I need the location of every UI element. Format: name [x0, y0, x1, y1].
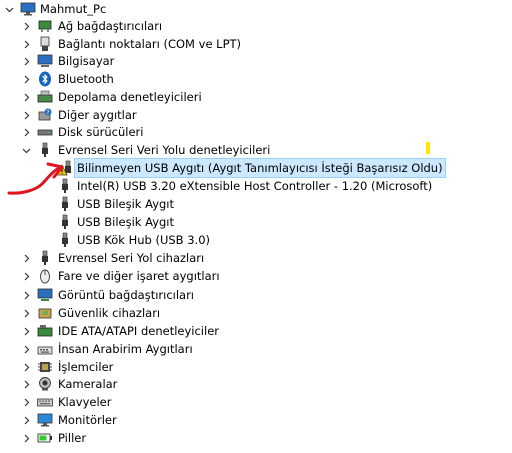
processor-icon	[37, 359, 53, 375]
chevron-right-icon[interactable]	[21, 249, 31, 267]
device-label: USB Bileşik Aygıt	[77, 197, 175, 211]
chevron-right-icon[interactable]	[21, 429, 31, 447]
chevron-right-icon[interactable]	[21, 304, 31, 322]
mouse-icon	[37, 268, 53, 284]
category-label: Piller	[58, 431, 87, 445]
category-label: Kameralar	[58, 377, 118, 391]
category-label: Evrensel Seri Veri Yolu denetleyicileri	[58, 143, 271, 157]
device-label: Intel(R) USB 3.20 eXtensible Host Contro…	[77, 179, 433, 193]
chevron-right-icon[interactable]	[21, 340, 31, 358]
chevron-right-icon[interactable]	[21, 322, 31, 340]
category-cameras[interactable]: Kameralar	[0, 375, 512, 393]
category-label: IDE ATA/ATAPI denetleyiciler	[58, 324, 220, 338]
device-label: Bilinmeyen USB Aygıtı (Aygıt Tanımlayıcı…	[74, 158, 446, 178]
category-ide-controllers[interactable]: IDE ATA/ATAPI denetleyiciler	[0, 322, 512, 340]
usb-icon	[57, 232, 73, 248]
device-usb-composite-2[interactable]: USB Bileşik Aygıt	[0, 213, 512, 231]
category-label: Monitörler	[58, 413, 117, 427]
category-label: İşlemciler	[58, 360, 114, 374]
usb-devices-icon	[37, 250, 53, 266]
category-hid[interactable]: İnsan Arabirim Aygıtları	[0, 340, 512, 358]
category-processors[interactable]: İşlemciler	[0, 358, 512, 376]
category-label: Klavyeler	[58, 395, 112, 409]
category-label: Güvenlik cihazları	[58, 306, 161, 320]
chevron-right-icon[interactable]	[21, 393, 31, 411]
display-adapter-icon	[37, 287, 53, 303]
chevron-right-icon[interactable]	[21, 286, 31, 304]
hid-icon	[37, 341, 53, 357]
category-label: İnsan Arabirim Aygıtları	[58, 342, 193, 356]
ide-controller-icon	[37, 323, 53, 339]
category-mice[interactable]: Fare ve diğer işaret aygıtları	[0, 267, 512, 285]
category-label: Fare ve diğer işaret aygıtları	[58, 269, 220, 283]
category-label: Evrensel Seri Yol cihazları	[58, 251, 205, 265]
category-usb-devices[interactable]: Evrensel Seri Yol cihazları	[0, 249, 512, 267]
security-device-icon	[37, 305, 53, 321]
category-label: Görüntü bağdaştırıcıları	[58, 288, 195, 302]
monitor-icon	[37, 412, 53, 428]
battery-icon	[37, 430, 53, 446]
device-label: USB Kök Hub (USB 3.0)	[77, 233, 210, 247]
category-batteries[interactable]: Piller	[0, 429, 512, 447]
camera-icon	[37, 376, 53, 392]
category-label: Bağlantı noktaları (COM ve LPT)	[58, 37, 242, 51]
category-display-adapters[interactable]: Görüntü bağdaştırıcıları	[0, 286, 512, 304]
device-label: USB Bileşik Aygıt	[77, 215, 175, 229]
keyboard-icon	[37, 394, 53, 410]
usb-icon	[57, 214, 73, 230]
chevron-right-icon[interactable]	[21, 375, 31, 393]
chevron-right-icon[interactable]	[21, 267, 31, 285]
category-keyboards[interactable]: Klavyeler	[0, 393, 512, 411]
chevron-right-icon[interactable]	[21, 358, 31, 376]
category-monitors[interactable]: Monitörler	[0, 411, 512, 429]
category-security-devices[interactable]: Güvenlik cihazları	[0, 304, 512, 322]
device-usb-root-hub[interactable]: USB Kök Hub (USB 3.0)	[0, 231, 512, 249]
yellow-highlight-mark	[426, 142, 430, 154]
chevron-right-icon[interactable]	[21, 411, 31, 429]
red-annotation-arrow	[7, 162, 64, 195]
